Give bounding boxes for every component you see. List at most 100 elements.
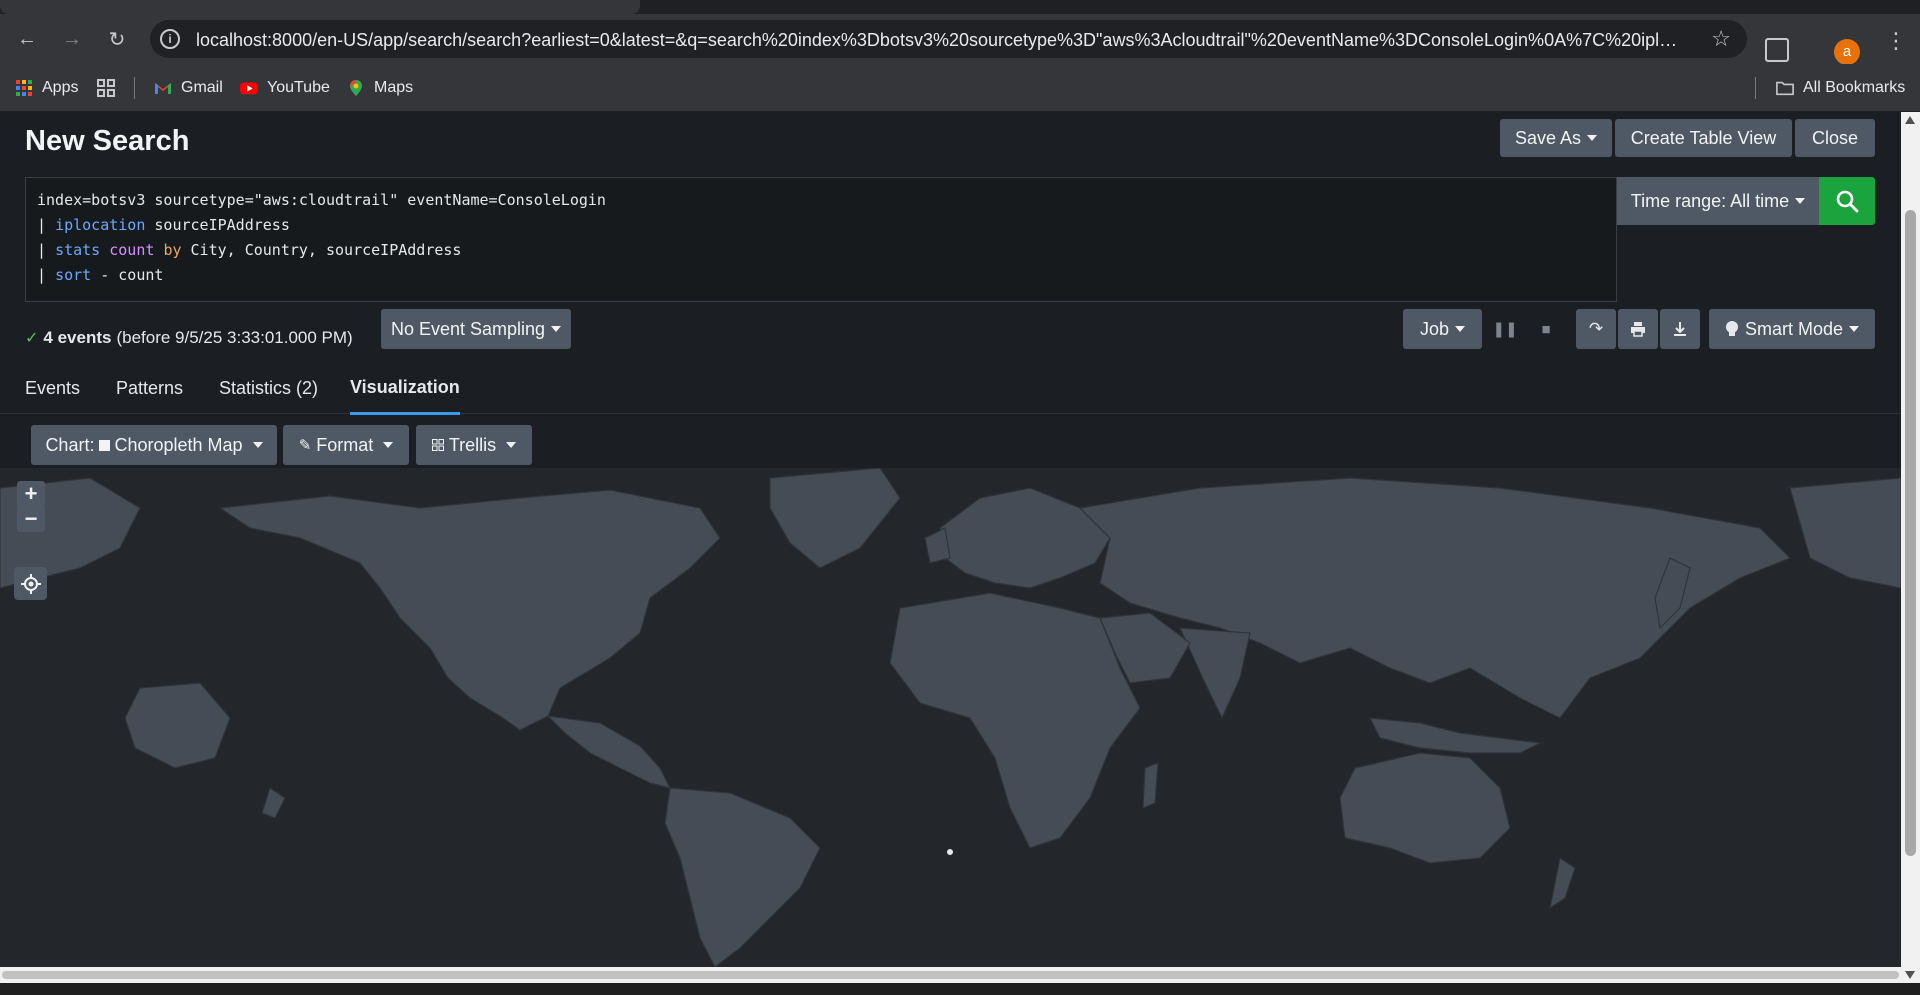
chevron-down-icon xyxy=(252,442,263,448)
maps-pin-icon xyxy=(350,80,362,96)
search-submit-button[interactable] xyxy=(1819,177,1875,225)
site-info-icon[interactable]: i xyxy=(160,29,180,49)
forward-icon[interactable]: → xyxy=(57,24,87,54)
event-sampling-dropdown[interactable]: No Event Sampling xyxy=(381,309,571,349)
search-status: ✓ 4 events (before 9/5/25 3:33:01.000 PM… xyxy=(25,318,353,358)
bookmark-youtube-label: YouTube xyxy=(267,79,330,96)
close-button[interactable]: Close xyxy=(1795,119,1875,157)
reset-view-button[interactable] xyxy=(14,567,47,600)
chart-label: Chart: xyxy=(45,434,95,455)
pencil-icon: ✎ xyxy=(298,437,312,454)
horizontal-scroll-thumb[interactable] xyxy=(2,971,1899,979)
zoom-in-button[interactable]: + xyxy=(17,481,45,507)
land-indonesia xyxy=(1368,717,1543,754)
export-button[interactable] xyxy=(1660,309,1700,349)
bookmark-gmail[interactable]: Gmail xyxy=(154,76,223,100)
format-button[interactable]: ✎ Format xyxy=(283,425,409,465)
create-table-view-label: Create Table View xyxy=(1630,127,1777,148)
tab-visualization-label: Visualization xyxy=(350,376,460,397)
url-text[interactable]: localhost:8000/en-US/app/search/search?e… xyxy=(196,30,1686,51)
chevron-down-icon xyxy=(506,442,517,448)
tab-events[interactable]: Events xyxy=(25,362,80,414)
trellis-button[interactable]: Trellis xyxy=(416,425,532,465)
create-table-view-button[interactable]: Create Table View xyxy=(1615,119,1792,157)
bookmarks-separator-right xyxy=(1755,77,1756,99)
land-north-america xyxy=(218,489,721,731)
browser-active-tab[interactable] xyxy=(0,0,640,14)
chevron-down-icon xyxy=(1455,326,1466,332)
locate-icon xyxy=(20,573,41,594)
bookmark-maps-label: Maps xyxy=(374,79,414,96)
share-button[interactable]: ↷ xyxy=(1576,309,1616,349)
lightbulb-icon xyxy=(1725,321,1738,336)
job-label: Job xyxy=(1419,318,1450,339)
horizontal-scrollbar[interactable] xyxy=(0,967,1901,983)
tab-patterns[interactable]: Patterns xyxy=(116,362,183,414)
back-icon[interactable]: ← xyxy=(12,24,42,54)
scroll-up-arrow-icon[interactable] xyxy=(1905,116,1915,124)
print-button[interactable] xyxy=(1618,309,1658,349)
tab-patterns-label: Patterns xyxy=(116,377,184,398)
land-australia xyxy=(1339,752,1511,864)
job-menu-button[interactable]: Job xyxy=(1403,309,1482,349)
os-taskbar xyxy=(0,983,1920,995)
format-label: Format xyxy=(316,434,374,455)
tab-statistics-label: Statistics (2) xyxy=(219,377,319,398)
chevron-down-icon xyxy=(1849,326,1860,332)
apps-grid-icon xyxy=(16,80,32,96)
stop-button[interactable]: ■ xyxy=(1528,309,1564,349)
chevron-down-icon xyxy=(1795,198,1806,204)
bookmark-youtube[interactable]: YouTube xyxy=(240,76,330,100)
land-south-america xyxy=(664,787,821,967)
chevron-down-icon xyxy=(551,326,562,332)
address-bar[interactable]: i localhost:8000/en-US/app/search/search… xyxy=(150,20,1747,58)
grid-squares-icon xyxy=(97,79,115,97)
land-alaska-right xyxy=(1789,477,1901,589)
folder-icon xyxy=(1776,81,1794,96)
chevron-down-icon xyxy=(1587,135,1598,141)
tab-groups-icon[interactable] xyxy=(96,76,116,100)
chart-type-label: Choropleth Map xyxy=(114,434,243,455)
land-africa xyxy=(889,592,1141,849)
browser-menu-icon[interactable]: ⋮ xyxy=(1885,30,1907,52)
land-uk xyxy=(924,527,951,564)
bookmark-apps-label: Apps xyxy=(42,79,79,96)
query-line-3: | stats count by City, Country, sourceIP… xyxy=(37,238,1605,263)
splunk-search-page: New Search Save As Create Table View Clo… xyxy=(0,112,1901,967)
vertical-scrollbar[interactable] xyxy=(1901,112,1920,983)
chevron-down-icon xyxy=(383,442,394,448)
chart-type-picker[interactable]: Chart: Choropleth Map xyxy=(31,425,277,465)
vertical-scroll-thumb[interactable] xyxy=(1905,210,1916,856)
pause-button[interactable]: ❚❚ xyxy=(1487,309,1523,349)
bookmark-all-bookmarks[interactable]: All Bookmarks xyxy=(1776,76,1905,100)
choropleth-map[interactable]: + − xyxy=(0,468,1901,967)
bookmark-star-icon[interactable]: ☆ xyxy=(1711,26,1731,52)
query-pipe: | xyxy=(37,216,56,234)
extensions-icon[interactable] xyxy=(1765,38,1789,62)
zoom-out-button[interactable]: − xyxy=(17,506,45,532)
scroll-down-arrow-icon[interactable] xyxy=(1905,971,1915,979)
event-count: 4 events xyxy=(43,328,112,347)
tab-visualization[interactable]: Visualization xyxy=(350,362,460,415)
profile-avatar[interactable]: a xyxy=(1834,39,1860,65)
search-query-editor[interactable]: index=botsv3 sourcetype="aws:cloudtrail"… xyxy=(25,177,1617,302)
query-command-sort: sort xyxy=(55,266,92,284)
results-tabs: Events Patterns Statistics (2) Visualiza… xyxy=(0,362,1901,415)
pause-icon: ❚❚ xyxy=(1492,321,1518,338)
choropleth-icon xyxy=(99,439,111,451)
reload-icon[interactable]: ↻ xyxy=(102,24,132,54)
bookmark-maps[interactable]: Maps xyxy=(347,76,413,100)
tab-statistics[interactable]: Statistics (2) xyxy=(219,362,318,414)
query-pipe: | xyxy=(37,241,56,259)
share-arrow-icon: ↷ xyxy=(1588,319,1604,338)
search-mode-dropdown[interactable]: Smart Mode xyxy=(1709,309,1875,349)
land-central-america xyxy=(546,715,672,789)
land-australia-west xyxy=(124,682,231,769)
save-as-button[interactable]: Save As xyxy=(1500,119,1612,157)
query-pipe: | xyxy=(37,266,56,284)
land-asia xyxy=(1078,477,1792,719)
pagination-dot[interactable] xyxy=(947,849,953,855)
bookmark-apps[interactable]: Apps xyxy=(15,76,78,100)
time-range-picker[interactable]: Time range: All time xyxy=(1617,177,1819,225)
browser-tab-strip xyxy=(0,0,1920,14)
